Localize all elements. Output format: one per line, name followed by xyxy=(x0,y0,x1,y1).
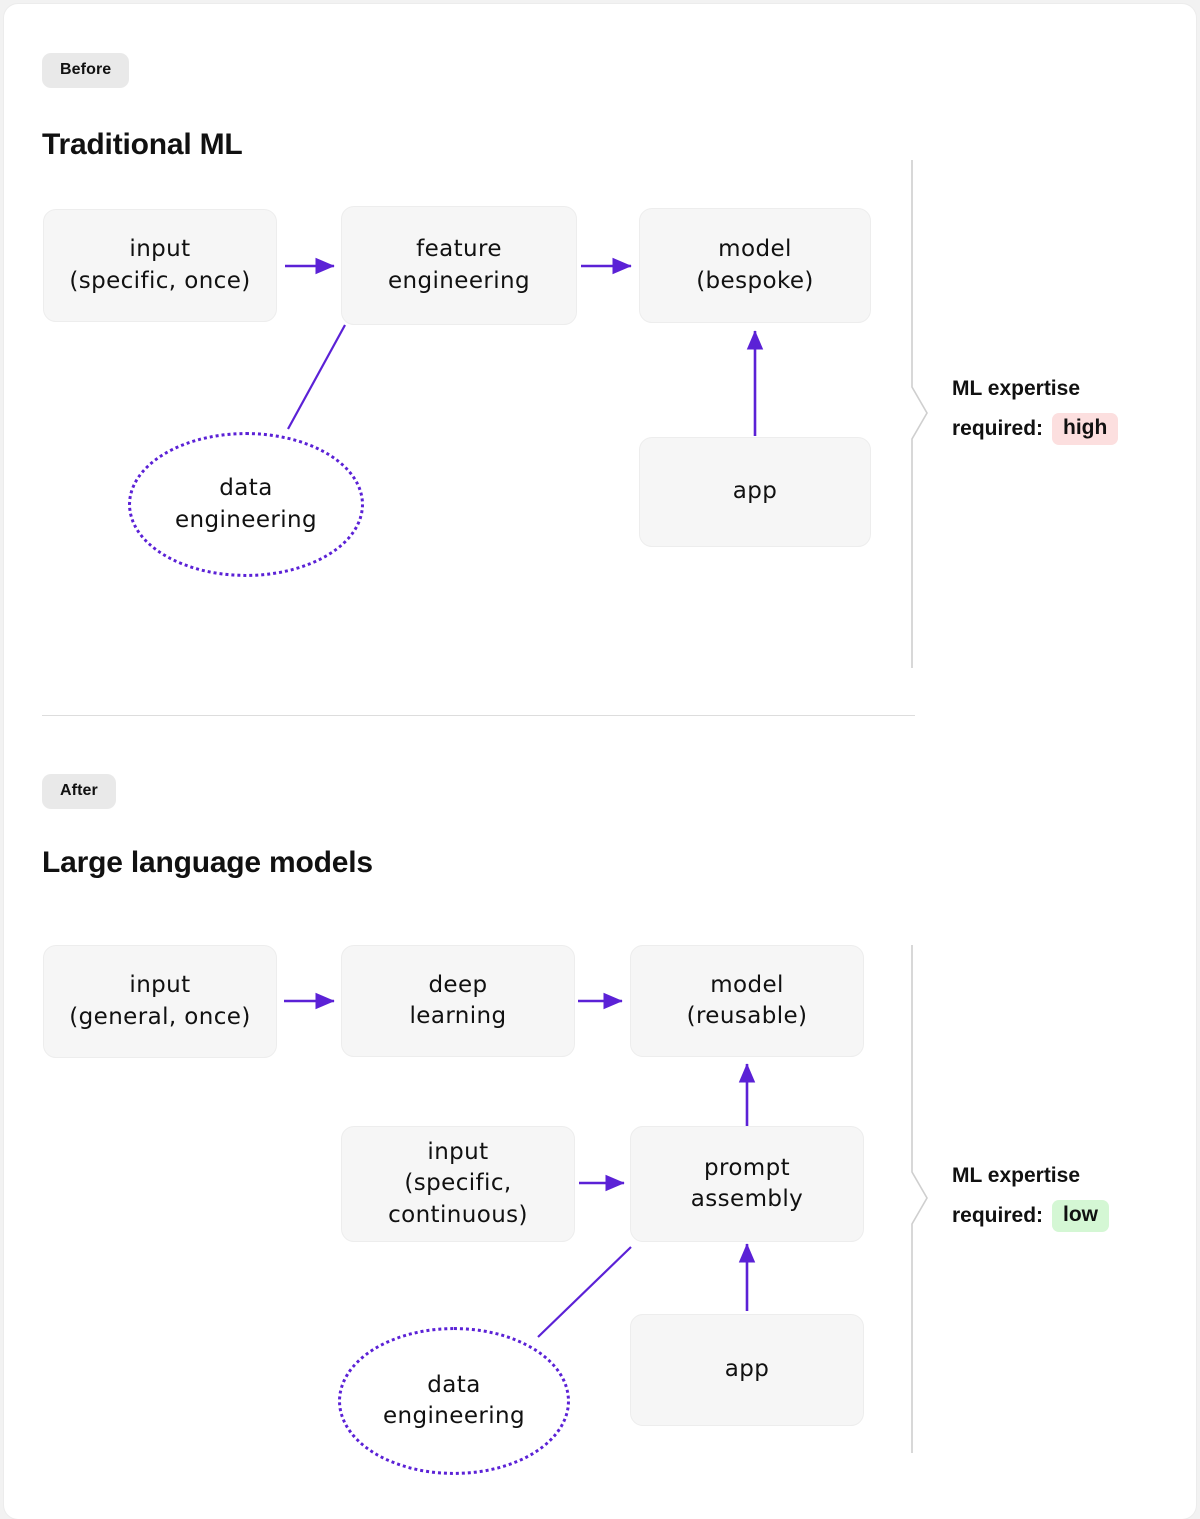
status-badge-expertise-high: high xyxy=(1052,412,1119,446)
node-label: data engineering xyxy=(382,1371,526,1429)
edge-dataeng-to-feature xyxy=(287,324,346,430)
brace-llm xyxy=(911,945,928,1453)
node-label: model (reusable) xyxy=(686,971,808,1029)
callout-ml-expertise-traditional: ML expertise required: high xyxy=(952,369,1119,449)
node-model-bespoke[interactable]: model (bespoke) xyxy=(639,208,871,323)
node-input-specific-once[interactable]: input (specific, once) xyxy=(43,209,277,322)
node-label: prompt assembly xyxy=(690,1154,804,1212)
brace-traditional xyxy=(911,160,928,668)
edge2-dataeng-to-prompt xyxy=(537,1246,632,1338)
node-data-engineering-llm[interactable]: data engineering xyxy=(338,1327,570,1475)
section-divider xyxy=(42,715,915,716)
node-label: data engineering xyxy=(174,475,318,533)
node-label: feature engineering xyxy=(387,236,531,294)
node-label: input (specific, once) xyxy=(69,236,251,294)
node-deep-learning[interactable]: deep learning xyxy=(341,945,575,1057)
section-title-traditional-ml: Traditional ML xyxy=(42,128,243,161)
node-data-engineering-traditional[interactable]: data engineering xyxy=(128,432,364,577)
node-label: deep learning xyxy=(409,971,507,1029)
section-title-large-language-models: Large language models xyxy=(42,846,373,879)
diagram-card: Before Traditional ML input (specific, o… xyxy=(4,4,1196,1519)
node-label: app xyxy=(732,478,778,505)
node-prompt-assembly[interactable]: prompt assembly xyxy=(630,1126,864,1242)
node-label: input (general, once) xyxy=(69,972,251,1030)
callout-line1: ML expertise xyxy=(952,1164,1080,1187)
callout-ml-expertise-llm: ML expertise required: low xyxy=(952,1156,1110,1236)
callout-line2-label: required: xyxy=(952,417,1044,440)
node-label: input (specific, continuous) xyxy=(388,1139,528,1228)
node-model-reusable[interactable]: model (reusable) xyxy=(630,945,864,1057)
status-badge-expertise-low: low xyxy=(1052,1199,1110,1233)
node-feature-engineering[interactable]: feature engineering xyxy=(341,206,577,325)
node-input-specific-continuous[interactable]: input (specific, continuous) xyxy=(341,1126,575,1242)
callout-line1: ML expertise xyxy=(952,377,1080,400)
node-input-general-once[interactable]: input (general, once) xyxy=(43,945,277,1058)
section-chip-after: After xyxy=(42,774,116,809)
section-chip-before: Before xyxy=(42,53,130,88)
node-app-traditional[interactable]: app xyxy=(639,437,871,547)
callout-line2-label: required: xyxy=(952,1204,1044,1227)
node-label: app xyxy=(724,1356,770,1383)
node-label: model (bespoke) xyxy=(696,236,814,294)
node-app-llm[interactable]: app xyxy=(630,1314,864,1426)
